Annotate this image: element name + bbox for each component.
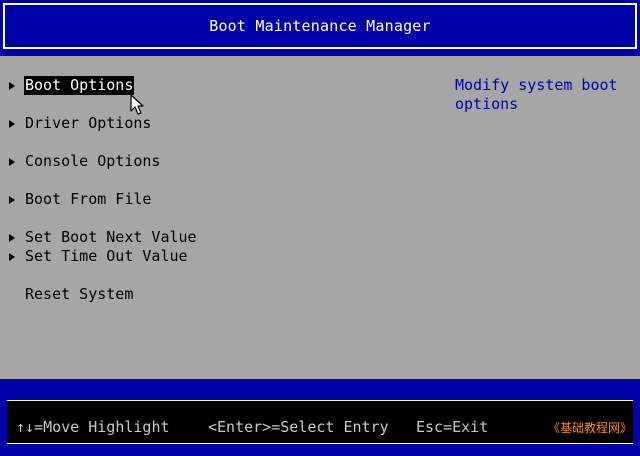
menu-item-set-time-out-value[interactable]: Set Time Out Value	[6, 247, 189, 266]
footer-bar: ↑↓=Move Highlight <Enter>=Select Entry E…	[0, 379, 640, 456]
menu-item-label: Set Time Out Value	[25, 247, 188, 265]
menu-item-boot-from-file[interactable]: Boot From File	[6, 190, 152, 209]
page-title: Boot Maintenance Manager	[209, 17, 431, 35]
header-frame: Boot Maintenance Manager	[3, 3, 637, 49]
menu-item-driver-options[interactable]: Driver Options	[6, 114, 152, 133]
bios-screen: Boot Maintenance Manager Boot Options Dr…	[0, 0, 640, 456]
submenu-arrow-icon	[9, 81, 15, 90]
menu-item-label: Set Boot Next Value	[25, 228, 197, 246]
menu-item-console-options[interactable]: Console Options	[6, 152, 161, 171]
select-entry-hint: <Enter>=Select Entry	[208, 418, 389, 436]
header-bar: Boot Maintenance Manager	[0, 0, 640, 56]
menu-item-label: Reset System	[25, 285, 134, 303]
submenu-arrow-icon	[9, 157, 15, 166]
exit-hint: Esc=Exit	[416, 418, 489, 436]
submenu-arrow-icon	[9, 233, 15, 242]
menu-item-label: Boot From File	[25, 190, 152, 208]
submenu-arrow-icon	[9, 195, 15, 204]
move-highlight-hint: ↑↓=Move Highlight	[16, 418, 170, 436]
submenu-arrow-icon	[9, 252, 15, 261]
menu-item-reset-system[interactable]: Reset System	[6, 285, 134, 304]
menu-item-boot-options[interactable]: Boot Options	[6, 76, 135, 95]
menu-item-set-boot-next-value[interactable]: Set Boot Next Value	[6, 228, 198, 247]
watermark: 《基础教程网》	[547, 421, 632, 435]
mouse-pointer-icon	[130, 94, 144, 115]
menu-item-label: Driver Options	[25, 114, 152, 132]
menu-item-label: Boot Options	[24, 76, 135, 95]
menu-item-label: Console Options	[25, 152, 161, 170]
help-text: Modify system boot options	[455, 76, 618, 113]
submenu-arrow-icon	[9, 119, 15, 128]
